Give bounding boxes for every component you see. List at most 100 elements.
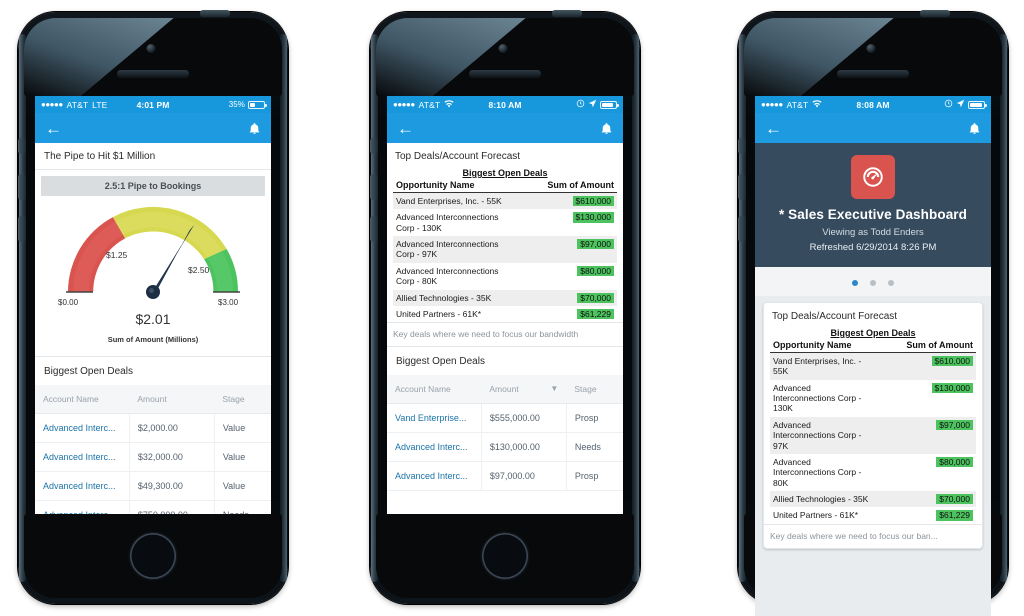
cell-amount: $2,000.00: [128, 413, 215, 443]
mute-switch[interactable]: [18, 138, 26, 154]
column-header-stage[interactable]: Stage: [214, 385, 271, 414]
cell-opportunity-name: Vand Enterprises, Inc. - 55K: [393, 192, 505, 210]
column-header-amount[interactable]: Amount: [129, 385, 215, 414]
bell-icon[interactable]: [600, 121, 613, 136]
carrier-label: AT&T: [66, 99, 89, 110]
deals-table-1[interactable]: Account Name Amount Stage Advanced Inter…: [35, 385, 271, 514]
table-row[interactable]: Advanced Interc... $97,000.00 Prosp: [387, 461, 623, 492]
cell-account-name[interactable]: Advanced Interc...: [387, 461, 482, 492]
phone-right-rail: [1000, 34, 1007, 582]
cell-account-name[interactable]: Vand Enterprise...: [387, 403, 482, 434]
cell-sum-of-amount: $70,000: [936, 493, 973, 505]
cell-account-name[interactable]: Advanced Interc...: [35, 413, 130, 443]
mute-switch[interactable]: [370, 138, 378, 154]
gauge-tick-1: $1.25: [106, 250, 128, 260]
report-row: Vand Enterprises, Inc. - 55K $610,000: [393, 192, 617, 210]
report-row: United Partners - 61K* $61,229: [770, 507, 976, 523]
arrow-left-icon[interactable]: ←: [765, 120, 782, 137]
phone-device-2: ●●●●● AT&T 8:10 AM ← Top Deals/Account F…: [370, 10, 640, 604]
cell-stage: Needs: [214, 500, 271, 514]
report-group-header: Biggest Open Deals: [830, 328, 916, 338]
power-button[interactable]: [200, 10, 230, 17]
column-header-amount[interactable]: Amount ▼: [481, 375, 567, 405]
home-button[interactable]: [482, 533, 528, 579]
clock-label: 8:08 AM: [856, 99, 890, 110]
phone-left-rail: [18, 34, 26, 582]
status-bar: ●●●●● AT&T 8:08 AM: [755, 96, 991, 113]
table-row[interactable]: Advanced Interc... $32,000.00 Value: [35, 442, 271, 472]
phone-screen-1: ●●●●● AT&T LTE 4:01 PM 35% ← The Pipe to…: [35, 96, 271, 514]
volume-down-button[interactable]: [18, 216, 26, 242]
table-row[interactable]: Advanced Interc... $130,000.00 Needs: [387, 432, 623, 463]
clock-label: 8:10 AM: [488, 99, 522, 110]
cell-sum-of-amount: $130,000: [572, 212, 614, 223]
glass-reflection: [744, 18, 894, 96]
cell-amount: $750,000.00: [128, 500, 215, 514]
cell-opportunity-name: Advanced Interconnections Corp - 130K: [773, 382, 862, 414]
table-header-row: Account Name Amount Stage: [35, 385, 271, 414]
table-row[interactable]: Vand Enterprise... $555,000.00 Prosp: [387, 403, 623, 434]
arrow-left-icon[interactable]: ←: [45, 120, 62, 137]
gauge-chart: $1.25 $2.50 $0.00 $3.00 $2.01 Sum of Amo…: [35, 196, 271, 356]
cell-account-name[interactable]: Advanced Interc...: [387, 432, 482, 463]
column-header-account-name[interactable]: Account Name: [35, 385, 130, 414]
report-footer: Key deals where we need to focus our ban…: [764, 523, 982, 548]
glass-reflection: [376, 18, 526, 96]
chevron-down-icon[interactable]: ▼: [550, 384, 558, 393]
cell-amount: $130,000.00: [480, 432, 567, 463]
section-title-biggest-open-deals: Biggest Open Deals: [35, 356, 271, 385]
cell-account-name[interactable]: Advanced Interc...: [35, 442, 130, 472]
report-row: Advanced Interconnections Corp - 97K $97…: [770, 416, 976, 454]
mute-switch[interactable]: [738, 138, 746, 154]
earpiece-speaker: [117, 70, 189, 77]
deals-table-2[interactable]: Account Name Amount ▼ Stage Vand Enterpri…: [387, 375, 623, 492]
volume-up-button[interactable]: [738, 174, 746, 200]
navigation-bar: ←: [755, 113, 991, 143]
gauge-min-label: $0.00: [58, 298, 79, 307]
report-row: Advanced Interconnections Corp - 80K $80…: [770, 454, 976, 491]
dashboard-hero: * Sales Executive Dashboard Viewing as T…: [755, 143, 991, 267]
gauge-svg: $1.25 $2.50 $0.00 $3.00: [58, 206, 240, 307]
gauge-dashboard-icon: [851, 155, 895, 199]
report-block: Biggest Open Deals Opportunity Name Sum …: [387, 168, 623, 322]
arrow-left-icon[interactable]: ←: [397, 120, 414, 137]
report-row: United Partners - 61K* $61,229: [393, 306, 617, 322]
cell-stage: Value: [214, 471, 271, 501]
column-header-account-name[interactable]: Account Name: [387, 375, 482, 405]
volume-up-button[interactable]: [370, 174, 378, 200]
phone-top-bezel: [744, 18, 1002, 96]
status-bar: ●●●●● AT&T LTE 4:01 PM 35%: [35, 96, 271, 113]
table-row[interactable]: Advanced Interc... $750,000.00 Needs: [35, 500, 271, 514]
alarm-icon: [944, 99, 953, 110]
power-button[interactable]: [920, 10, 950, 17]
refreshed-label: Refreshed 6/29/2014 8:26 PM: [809, 242, 937, 253]
power-button[interactable]: [552, 10, 582, 17]
column-header-stage[interactable]: Stage: [566, 375, 623, 405]
battery-icon: [968, 100, 988, 109]
earpiece-speaker: [469, 70, 541, 77]
cell-stage: Value: [214, 413, 271, 443]
report-group-header: Biggest Open Deals: [462, 168, 548, 178]
screenshot-canvas: ●●●●● AT&T LTE 4:01 PM 35% ← The Pipe to…: [0, 0, 1024, 616]
page-dot-1[interactable]: [851, 280, 858, 286]
cell-account-name[interactable]: Advanced Interc...: [35, 471, 130, 501]
table-header-row: Account Name Amount ▼ Stage: [387, 375, 623, 405]
volume-up-button[interactable]: [18, 174, 26, 200]
page-dot-3[interactable]: [888, 280, 895, 286]
gauge-value-label: $2.01: [135, 311, 171, 327]
bell-icon[interactable]: [248, 121, 261, 136]
bell-icon[interactable]: [968, 121, 981, 136]
table-row[interactable]: Advanced Interc... $2,000.00 Value: [35, 413, 271, 443]
cell-account-name[interactable]: Advanced Interc...: [35, 500, 130, 514]
home-button[interactable]: [130, 533, 176, 579]
page-indicator[interactable]: [755, 267, 991, 296]
cell-sum-of-amount: $80,000: [936, 456, 973, 468]
page-dot-2[interactable]: [870, 280, 876, 286]
dashboard-card-top-deals[interactable]: Top Deals/Account Forecast Biggest Open …: [763, 302, 983, 549]
volume-down-button[interactable]: [738, 216, 746, 242]
phone-screen-3: ●●●●● AT&T 8:08 AM ← * Sales Executive D…: [755, 96, 991, 616]
volume-down-button[interactable]: [370, 216, 378, 242]
report-title: Top Deals/Account Forecast: [395, 151, 521, 162]
table-row[interactable]: Advanced Interc... $49,300.00 Value: [35, 471, 271, 501]
wifi-icon: [812, 99, 822, 110]
